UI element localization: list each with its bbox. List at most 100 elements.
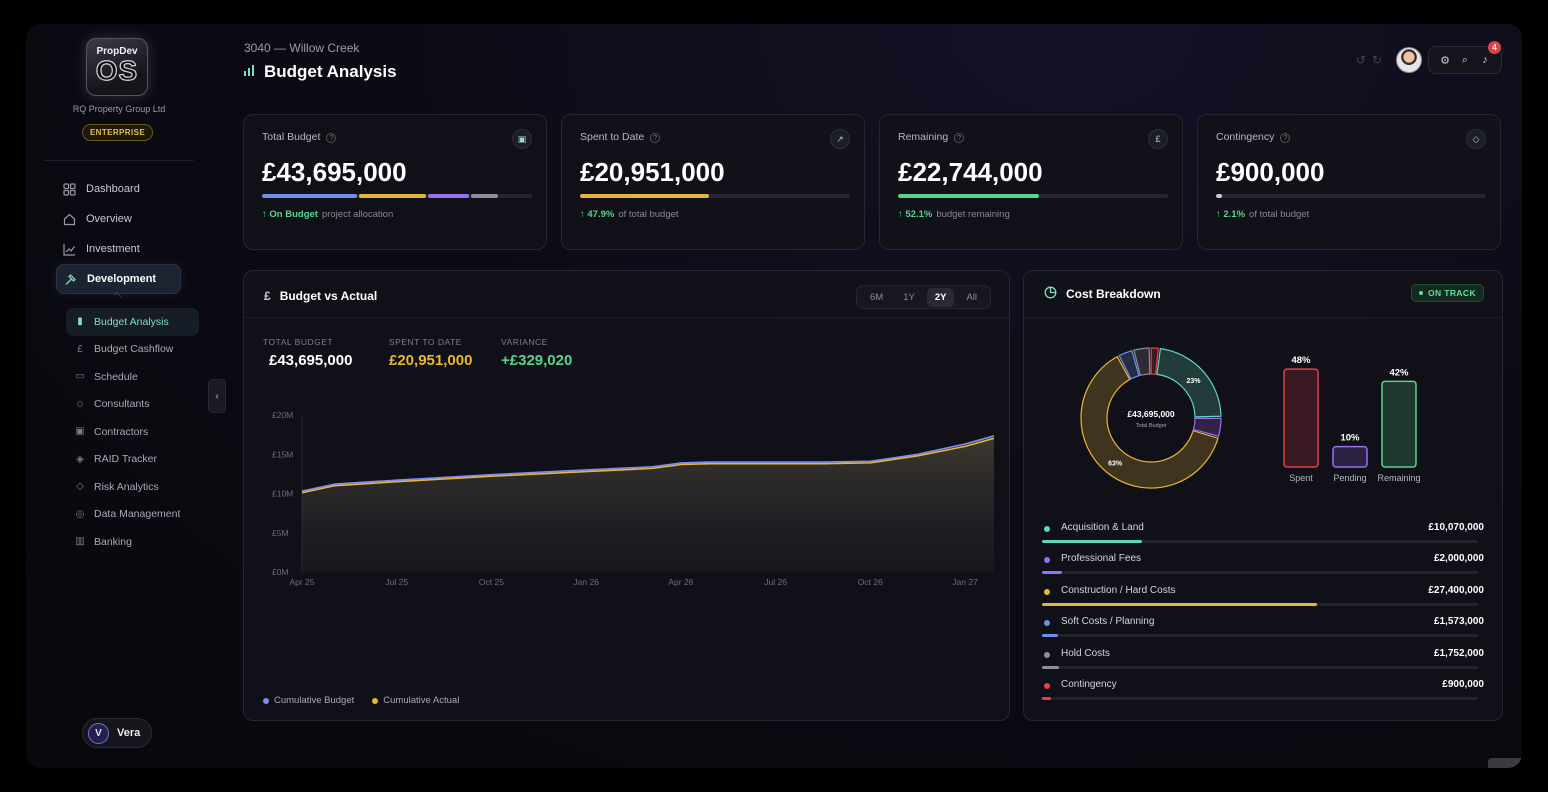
budget-line-chart[interactable]: £0M £5M £10M £15M £20M Apr 25 Jul 25 Oct 25 Jan …	[264, 401, 994, 591]
subnav-item-budget-analysis[interactable]: ▮ Budget Analysis	[66, 308, 199, 336]
donut-center-label: Total Budget	[1136, 423, 1167, 429]
trend-up-icon: ↗	[830, 129, 850, 149]
kpi-value: £900,000	[1216, 157, 1325, 187]
stat-variance: VARIANCE +£329,020	[501, 337, 572, 369]
bar-remaining[interactable]	[1381, 380, 1417, 468]
kpi-note: project allocation	[321, 209, 394, 220]
legend-swatch	[263, 697, 269, 704]
help-icon[interactable]: ?	[326, 133, 337, 143]
tier-badge: ENTERPRISE	[82, 124, 153, 141]
spend-status-bar-chart[interactable]: 48% Spent 10% Pending 42% Remaining	[1274, 345, 1444, 485]
subnav-label: Contractors	[94, 425, 149, 438]
grid-icon	[62, 182, 76, 196]
cost-donut-chart[interactable]: 23% 63% £43,695,000 Total Budget	[1076, 343, 1226, 493]
chart-legend: Cumulative Budget Cumulative Actual	[263, 695, 477, 706]
nav-item-dashboard[interactable]: Dashboard	[56, 174, 206, 204]
subnav-item-contractors[interactable]: ▣ Contractors	[66, 418, 212, 446]
kpi-label: Contingency	[1216, 131, 1275, 143]
cost-row[interactable]: Contingency £900,000	[1042, 679, 1484, 710]
cost-value: £1,573,000	[1433, 616, 1484, 628]
bell-icon[interactable]: ♪	[1475, 54, 1495, 66]
home-icon	[62, 212, 76, 226]
breadcrumb[interactable]: 3040 — Willow Creek	[244, 41, 359, 55]
subnav-label: RAID Tracker	[94, 453, 158, 466]
profile-avatar[interactable]	[1396, 47, 1422, 73]
cost-progress-fill	[1042, 602, 1317, 606]
stat-value: £20,951,000	[389, 352, 473, 369]
subnav-label: Banking	[94, 535, 132, 548]
nav-item-development[interactable]: Development	[56, 264, 181, 294]
cost-dot	[1044, 557, 1050, 564]
legend-item-actual[interactable]: Cumulative Actual	[372, 695, 459, 706]
calendar-icon: ▭	[75, 371, 85, 383]
app-logo[interactable]: PropDev OS	[86, 38, 148, 96]
range-tab-1y[interactable]: 1Y	[895, 288, 923, 307]
subnav-item-raid-tracker[interactable]: ◈ RAID Tracker	[66, 446, 212, 474]
kpi-note: budget remaining	[936, 209, 1010, 220]
subnav-label: Risk Analytics	[94, 480, 159, 493]
subnav-item-data-management[interactable]: ◎ Data Management	[66, 501, 212, 529]
cost-name: Acquisition & Land	[1061, 522, 1144, 533]
donut-center-value: £43,695,000	[1127, 409, 1175, 419]
subnav-item-budget-cashflow[interactable]: £ Budget Cashflow	[66, 336, 212, 364]
cost-progress-track	[1042, 571, 1478, 575]
search-icon[interactable]: ⌕	[1455, 54, 1475, 67]
y-tick-label: £10M	[272, 489, 293, 499]
user-name: Vera	[117, 727, 141, 739]
stat-value: +£329,020	[501, 352, 573, 369]
range-tab-6m[interactable]: 6M	[862, 288, 891, 307]
help-icon[interactable]: ?	[954, 133, 965, 143]
cost-row[interactable]: Soft Costs / Planning £1,573,000	[1042, 616, 1484, 647]
subnav-item-consultants[interactable]: ☺ Consultants	[66, 391, 212, 419]
cost-dot	[1044, 526, 1050, 532]
kpi-footnote: ↑ 47.9% of total budget	[580, 209, 679, 220]
sidebar-collapse-button[interactable]: ‹	[208, 379, 226, 413]
panel-title-wrap: £ Budget vs Actual	[264, 289, 377, 303]
legend-swatch	[372, 697, 379, 704]
user-chip[interactable]: V Vera	[82, 718, 152, 748]
cost-progress-track	[1042, 696, 1478, 700]
hammer-icon	[63, 272, 77, 286]
main-nav: Dashboard Overview Investment Developmen…	[56, 174, 206, 294]
sidebar: PropDev OS RQ Property Group Ltd ENTERPR…	[26, 24, 212, 768]
page-title-wrap: Budget Analysis	[244, 62, 397, 82]
undo-icon[interactable]: ↺	[1356, 53, 1366, 67]
pound-icon: £	[77, 343, 83, 355]
redo-icon[interactable]: ↻	[1372, 53, 1382, 67]
cost-progress-track	[1042, 602, 1478, 606]
help-icon[interactable]: ?	[1280, 133, 1291, 143]
legend-item-budget[interactable]: Cumulative Budget	[263, 695, 354, 706]
cost-progress-track	[1042, 665, 1478, 669]
bar-chart-icon	[244, 65, 255, 79]
kpi-bar-segment	[1216, 194, 1222, 198]
kpi-card-remaining: Remaining? £ £22,744,000 ↑ 52.1% budget r…	[879, 114, 1183, 250]
bar-spent[interactable]	[1283, 368, 1319, 468]
subnav-item-schedule[interactable]: ▭ Schedule	[66, 363, 212, 391]
kpi-label: Remaining	[898, 131, 949, 143]
bar-value-label: 10%	[1340, 433, 1360, 444]
range-tab-all[interactable]: All	[958, 288, 985, 307]
nav-item-investment[interactable]: Investment	[56, 234, 206, 264]
panel-title: Budget vs Actual	[279, 289, 378, 303]
cost-row[interactable]: Hold Costs £1,752,000	[1042, 648, 1484, 679]
subnav-item-risk-analytics[interactable]: ◇ Risk Analytics	[66, 473, 212, 501]
gear-icon[interactable]: ⚙	[1435, 54, 1455, 67]
database-icon: ◎	[75, 508, 85, 520]
x-tick-label: Jul 25	[385, 577, 408, 587]
bar-pending[interactable]	[1332, 445, 1368, 468]
cost-row[interactable]: Construction / Hard Costs £27,400,000	[1042, 585, 1484, 616]
shield-icon: ◇	[76, 481, 84, 493]
subnav-item-banking[interactable]: ▥ Banking	[66, 528, 212, 556]
cost-row[interactable]: Acquisition & Land £10,070,000	[1042, 522, 1484, 553]
legend-label: Cumulative Budget	[274, 695, 355, 706]
kpi-bar-segment	[428, 194, 469, 198]
nav-item-overview[interactable]: Overview	[56, 204, 206, 234]
cost-row[interactable]: Professional Fees £2,000,000	[1042, 553, 1484, 584]
nav-label: Investment	[86, 243, 140, 255]
help-icon[interactable]: ?	[650, 133, 661, 143]
range-tab-2y[interactable]: 2Y	[926, 287, 955, 307]
company-name: RQ Property Group Ltd	[72, 104, 166, 114]
cost-name: Hold Costs	[1061, 647, 1110, 659]
cost-progress-fill	[1042, 696, 1052, 700]
kpi-label: Total Budget	[262, 131, 321, 143]
